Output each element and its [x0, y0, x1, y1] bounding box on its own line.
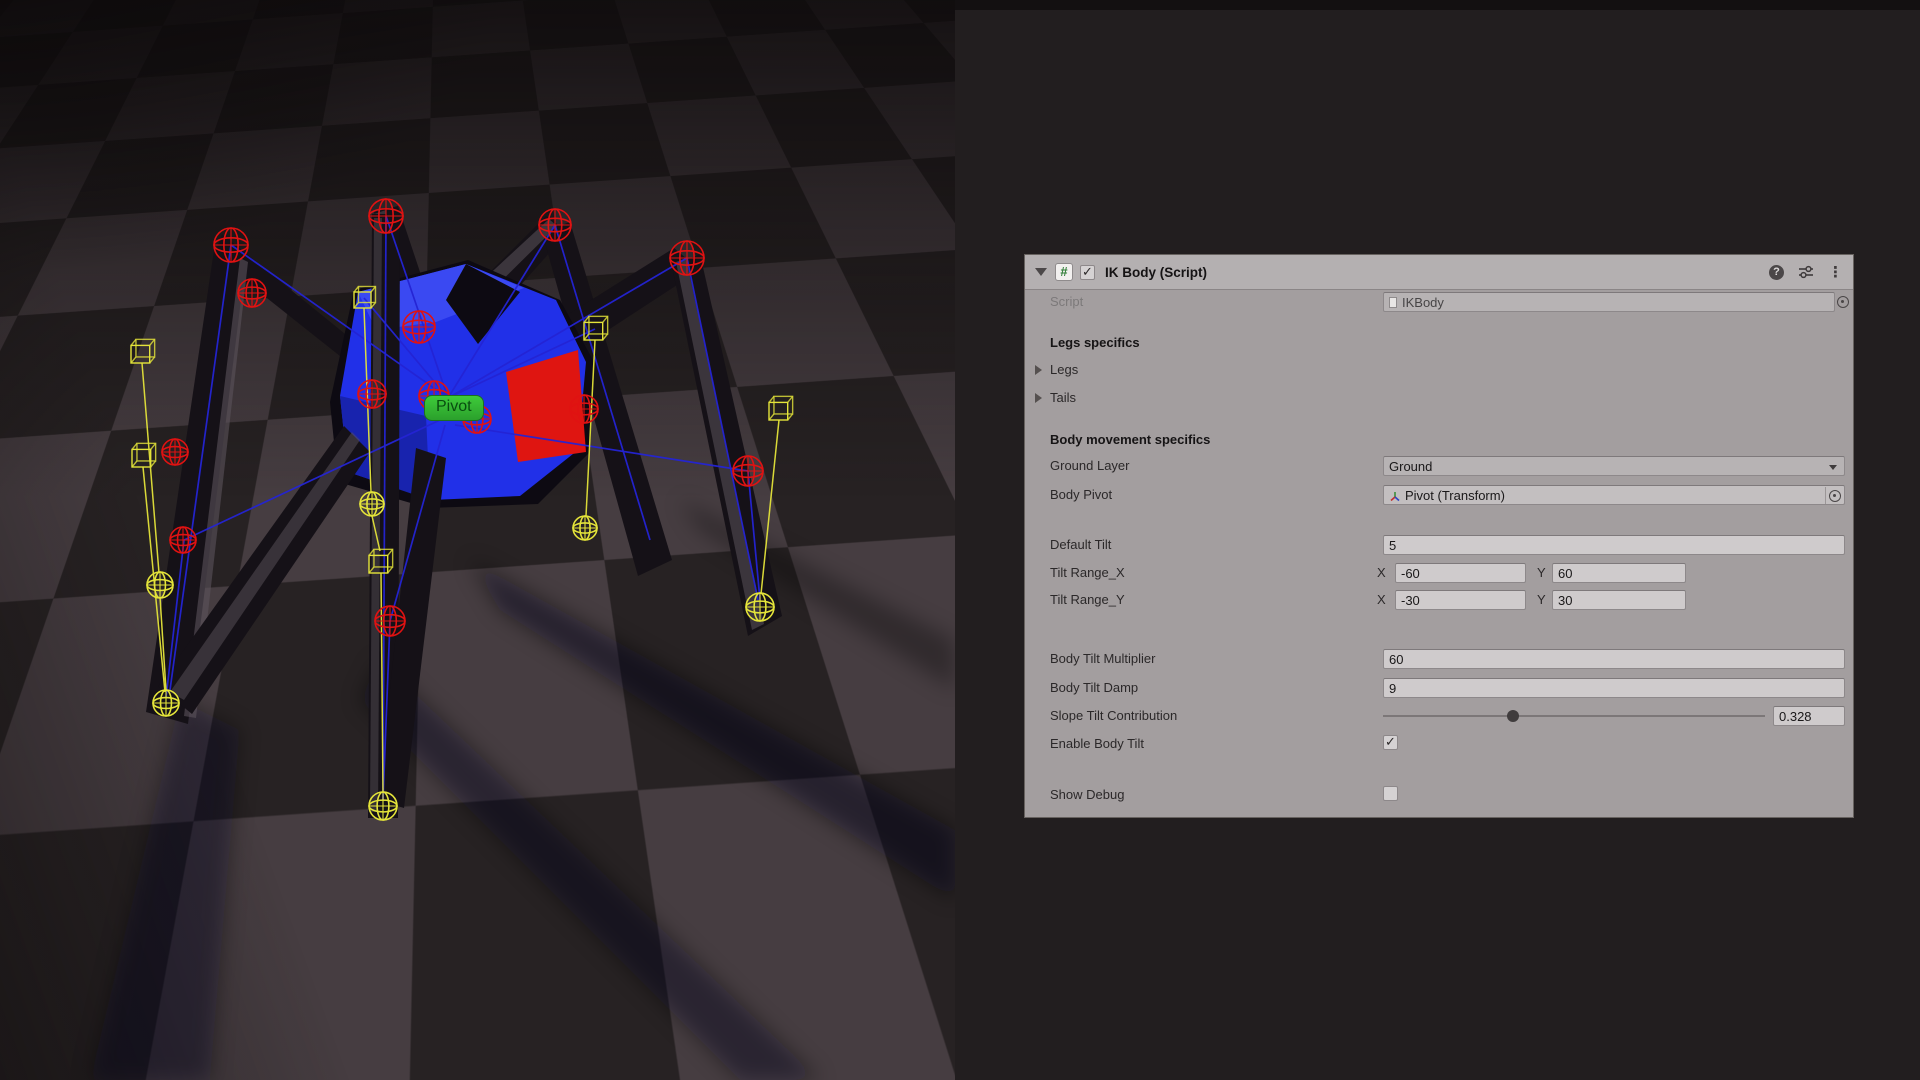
script-label: Script	[1050, 294, 1083, 309]
foldout-arrow-icon[interactable]	[1035, 365, 1042, 375]
foldout-legs[interactable]: Legs	[1025, 359, 1853, 381]
joint-rotation-gizmo[interactable]	[170, 527, 196, 553]
top-dark-strip	[955, 0, 1920, 10]
joint-rotation-gizmo[interactable]	[733, 456, 763, 486]
body-pivot-label: Body Pivot	[1050, 487, 1112, 502]
foldout-arrow-icon[interactable]	[1035, 393, 1042, 403]
ground-layer-label: Ground Layer	[1050, 458, 1130, 473]
joint-rotation-gizmo[interactable]	[570, 395, 598, 423]
foot-target-gizmo[interactable]	[746, 593, 774, 621]
ground-layer-dropdown[interactable]: Ground	[1383, 456, 1845, 476]
component-foldout-icon[interactable]	[1035, 268, 1047, 276]
chevron-down-icon	[1829, 465, 1837, 470]
joint-rotation-gizmo[interactable]	[670, 241, 704, 275]
enable-body-tilt-label: Enable Body Tilt	[1050, 736, 1144, 751]
tilt-range-x-y-input[interactable]: 60	[1552, 563, 1686, 583]
joint-rotation-gizmo[interactable]	[403, 311, 435, 343]
joint-rotation-gizmo[interactable]	[214, 228, 248, 262]
component-header[interactable]: # IK Body (Script) ? ⋮	[1025, 255, 1853, 290]
body-tilt-damp-input[interactable]: 9	[1383, 678, 1845, 698]
ik-target-cube-gizmo[interactable]	[769, 396, 793, 420]
enable-body-tilt-checkbox[interactable]	[1383, 735, 1398, 750]
kebab-menu-icon[interactable]: ⋮	[1828, 265, 1843, 280]
spider-rig-graphics	[0, 0, 955, 1080]
joint-rotation-gizmo[interactable]	[369, 199, 403, 233]
body-tilt-damp-label: Body Tilt Damp	[1050, 680, 1138, 695]
pivot-gizmo-label: Pivot	[424, 395, 484, 421]
slope-tilt-contribution-label: Slope Tilt Contribution	[1050, 708, 1177, 723]
foldout-tails[interactable]: Tails	[1025, 387, 1853, 409]
script-asset-icon	[1389, 297, 1397, 308]
tilt-range-y-label: Tilt Range_Y	[1050, 592, 1125, 607]
slope-slider-thumb[interactable]	[1507, 710, 1519, 722]
csharp-script-icon: #	[1055, 263, 1073, 281]
show-debug-label: Show Debug	[1050, 787, 1124, 802]
inspector-panel: # IK Body (Script) ? ⋮ Script IKBody	[1025, 255, 1853, 817]
default-tilt-input[interactable]: 5	[1383, 535, 1845, 555]
joint-rotation-gizmo[interactable]	[162, 439, 188, 465]
joint-rotation-gizmo[interactable]	[539, 209, 571, 241]
body-tilt-multiplier-label: Body Tilt Multiplier	[1050, 651, 1155, 666]
help-icon[interactable]: ?	[1769, 265, 1784, 280]
ik-target-cube-gizmo[interactable]	[132, 443, 156, 467]
script-object-field[interactable]: IKBody	[1383, 292, 1835, 312]
floor-shadows	[90, 500, 955, 1080]
scene-view[interactable]: Pivot	[0, 0, 955, 1080]
tilt-range-x-x-input[interactable]: -60	[1395, 563, 1526, 583]
foot-target-gizmo[interactable]	[153, 690, 179, 716]
body-pivot-object-field[interactable]: Pivot (Transform)	[1383, 485, 1845, 505]
tilt-range-x-label: Tilt Range_X	[1050, 565, 1125, 580]
slope-slider-track[interactable]	[1383, 715, 1765, 717]
component-enabled-checkbox[interactable]	[1080, 265, 1095, 280]
foot-target-gizmo[interactable]	[147, 572, 173, 598]
ik-target-cube-gizmo[interactable]	[131, 339, 155, 363]
joint-rotation-gizmo[interactable]	[375, 606, 405, 636]
script-object-picker-icon[interactable]	[1837, 296, 1849, 308]
show-debug-checkbox[interactable]	[1383, 786, 1398, 801]
tilt-range-y-y-input[interactable]: 30	[1552, 590, 1686, 610]
foot-target-gizmo[interactable]	[573, 516, 597, 540]
body-tilt-multiplier-input[interactable]: 60	[1383, 649, 1845, 669]
foot-target-gizmo[interactable]	[369, 792, 397, 820]
object-picker-icon[interactable]	[1829, 490, 1841, 502]
transform-icon	[1389, 490, 1401, 502]
foot-target-gizmo[interactable]	[360, 492, 384, 516]
unity-editor: Pivot # IK Body (Script) ? ⋮ Scrip	[0, 0, 1920, 1080]
section-body-movement: Body movement specifics	[1050, 432, 1210, 447]
joint-rotation-gizmo[interactable]	[238, 279, 266, 307]
section-legs-specifics: Legs specifics	[1050, 335, 1140, 350]
default-tilt-label: Default Tilt	[1050, 537, 1111, 552]
slope-tilt-contribution-input[interactable]: 0.328	[1773, 706, 1845, 726]
tilt-range-y-x-input[interactable]: -30	[1395, 590, 1526, 610]
component-title: IK Body (Script)	[1105, 265, 1207, 280]
presets-icon[interactable]	[1798, 265, 1814, 279]
joint-rotation-gizmo[interactable]	[358, 380, 386, 408]
